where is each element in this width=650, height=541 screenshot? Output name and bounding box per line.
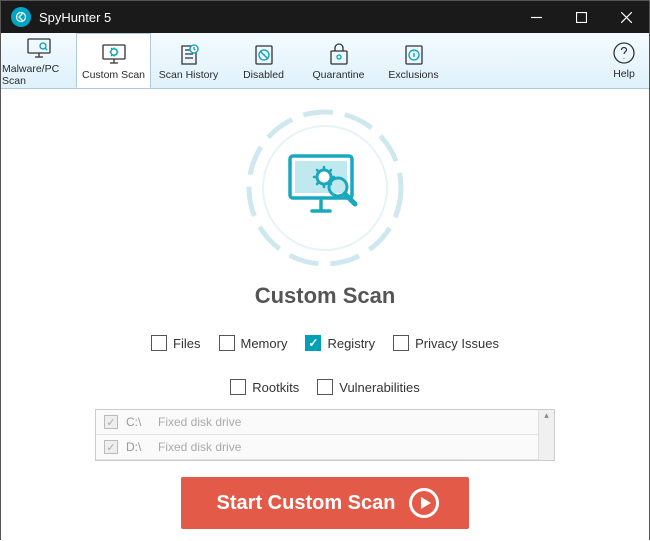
option-rootkits[interactable]: Rootkits [230, 379, 299, 395]
start-button-label: Start Custom Scan [217, 492, 396, 515]
titlebar: SpyHunter 5 [1, 1, 649, 33]
drive-row[interactable]: D:\ Fixed disk drive [96, 435, 554, 460]
drive-path: D:\ [126, 440, 150, 454]
toolbar-spacer [451, 33, 599, 88]
option-label: Memory [241, 336, 288, 351]
tab-label: Malware/PC Scan [2, 63, 75, 87]
checkbox-icon [151, 335, 167, 351]
checkbox-icon [393, 335, 409, 351]
blocked-icon [251, 41, 277, 69]
checkbox-icon [219, 335, 235, 351]
minimize-button[interactable] [514, 1, 559, 33]
scrollbar[interactable] [538, 410, 554, 460]
start-scan-button[interactable]: Start Custom Scan [181, 477, 470, 529]
tab-malware-pc-scan[interactable]: Malware/PC Scan [1, 33, 76, 88]
tab-disabled[interactable]: Disabled [226, 33, 301, 88]
drive-desc: Fixed disk drive [158, 415, 241, 429]
main-panel: Custom Scan Files Memory Registry Privac… [1, 89, 649, 541]
tab-label: Disabled [243, 69, 284, 81]
tab-label: Exclusions [388, 69, 438, 81]
lock-box-icon [326, 41, 352, 69]
close-button[interactable] [604, 1, 649, 33]
help-icon [612, 41, 636, 68]
tab-label: Custom Scan [82, 69, 145, 81]
tab-label: Scan History [159, 69, 219, 81]
option-label: Files [173, 336, 200, 351]
help-label: Help [613, 68, 635, 80]
info-box-icon [401, 41, 427, 69]
option-label: Registry [327, 336, 375, 351]
option-label: Privacy Issues [415, 336, 499, 351]
tab-scan-history[interactable]: Scan History [151, 33, 226, 88]
help-button[interactable]: Help [599, 33, 649, 88]
tab-quarantine[interactable]: Quarantine [301, 33, 376, 88]
drive-path: C:\ [126, 415, 150, 429]
checkbox-icon [230, 379, 246, 395]
checkbox-checked-icon [305, 335, 321, 351]
monitor-scan-icon [25, 35, 53, 63]
maximize-button[interactable] [559, 1, 604, 33]
tab-custom-scan[interactable]: Custom Scan [76, 33, 151, 88]
monitor-gear-icon [100, 41, 128, 69]
app-logo-icon [11, 7, 31, 27]
play-circle-icon [409, 488, 439, 518]
hero-graphic [240, 103, 410, 273]
option-vulnerabilities[interactable]: Vulnerabilities [317, 379, 419, 395]
checkbox-disabled-icon [104, 440, 118, 454]
checkbox-disabled-icon [104, 415, 118, 429]
option-privacy-issues[interactable]: Privacy Issues [393, 335, 499, 351]
checkbox-icon [317, 379, 333, 395]
option-files[interactable]: Files [151, 335, 200, 351]
toolbar: Malware/PC Scan Custom Scan Scan History… [1, 33, 649, 89]
option-registry[interactable]: Registry [305, 335, 375, 351]
scan-options: Files Memory Registry Privacy Issues Roo… [75, 335, 575, 395]
page-title: Custom Scan [255, 283, 396, 309]
tab-label: Quarantine [313, 69, 365, 81]
window-controls [514, 1, 649, 33]
tab-exclusions[interactable]: Exclusions [376, 33, 451, 88]
option-label: Vulnerabilities [339, 380, 419, 395]
option-memory[interactable]: Memory [219, 335, 288, 351]
clock-list-icon [176, 41, 202, 69]
drive-row[interactable]: C:\ Fixed disk drive [96, 410, 554, 435]
window-title: SpyHunter 5 [39, 10, 514, 25]
option-label: Rootkits [252, 380, 299, 395]
drive-list: C:\ Fixed disk drive D:\ Fixed disk driv… [95, 409, 555, 461]
drive-desc: Fixed disk drive [158, 440, 241, 454]
